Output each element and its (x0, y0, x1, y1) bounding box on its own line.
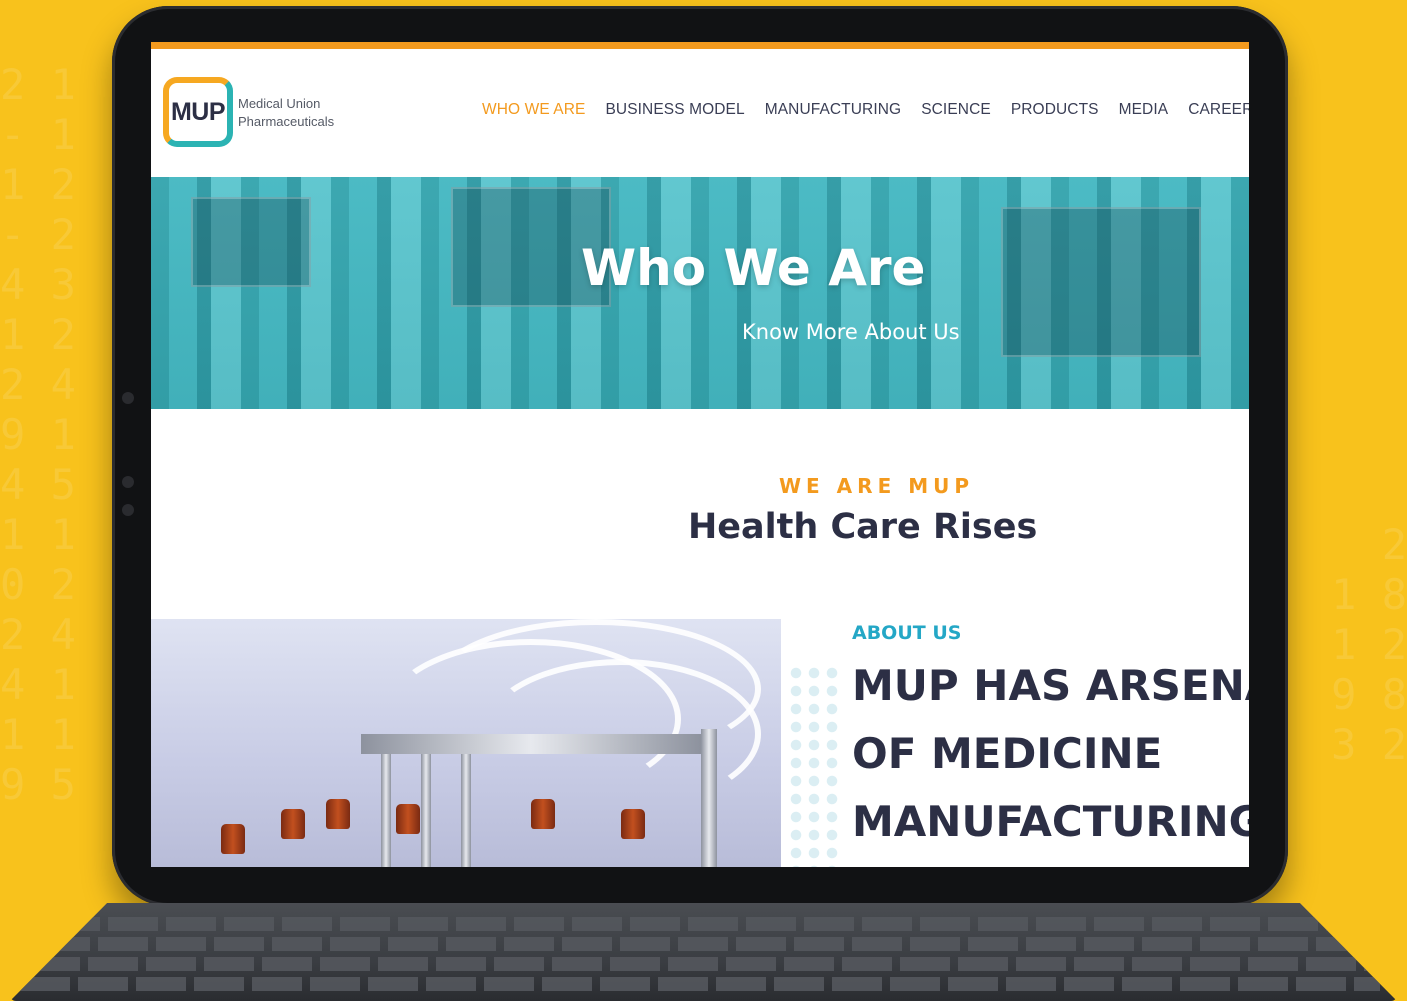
lab-rod (361, 734, 701, 754)
about-lab-image (151, 619, 781, 867)
nav-item-media[interactable]: MEDIA (1119, 101, 1169, 119)
vial (396, 804, 420, 834)
browser-screen: MUP Medical Union Pharmaceuticals WHO WE… (151, 42, 1249, 867)
about-heading-line2: OF MEDICINE (852, 729, 1163, 778)
about-heading-line1: MUP HAS ARSENA (852, 661, 1249, 710)
intro-eyebrow: WE ARE MUP (779, 474, 974, 498)
side-camera-dot (122, 392, 134, 404)
lab-rod (381, 754, 391, 867)
background-digits-left: 2 1 - 1 1 2 - 2 4 3 1 2 2 4 9 1 4 5 1 1 … (0, 60, 76, 809)
key-row (30, 957, 1370, 971)
logo-name: Medical Union Pharmaceuticals (238, 95, 334, 131)
hero-subtitle: Know More About Us (742, 320, 960, 344)
side-camera-dot (122, 476, 134, 488)
nav-item-products[interactable]: PRODUCTS (1011, 101, 1099, 119)
about-heading-line3: MANUFACTURING (852, 797, 1249, 846)
key-row (50, 917, 1350, 931)
vial (281, 809, 305, 839)
key-row (20, 977, 1380, 991)
background-digits-right: 2 1 8 1 2 9 8 3 2 (1331, 520, 1407, 769)
site-header: MUP Medical Union Pharmaceuticals WHO WE… (151, 49, 1249, 177)
vial (221, 824, 245, 854)
side-camera-dot (122, 504, 134, 516)
hero-banner: Who We Are Know More About Us (151, 177, 1249, 409)
vial (531, 799, 555, 829)
logo-name-line2: Pharmaceuticals (238, 114, 335, 129)
main-nav: WHO WE ARE BUSINESS MODEL MANUFACTURING … (482, 101, 1249, 119)
lab-rod (421, 754, 431, 867)
keyboard (10, 903, 1397, 1001)
intro-title: Health Care Rises (688, 507, 1038, 547)
vial (621, 809, 645, 839)
lab-rod (701, 729, 717, 867)
lab-rod (461, 754, 471, 867)
logo-name-line1: Medical Union (238, 96, 321, 111)
nav-item-business-model[interactable]: BUSINESS MODEL (605, 101, 744, 119)
nav-item-career[interactable]: CAREER (1188, 101, 1249, 119)
top-accent-bar (151, 42, 1249, 49)
hero-title: Who We Are (581, 239, 926, 297)
nav-item-science[interactable]: SCIENCE (921, 101, 991, 119)
nav-item-manufacturing[interactable]: MANUFACTURING (765, 101, 902, 119)
about-heading: MUP HAS ARSENA OF MEDICINE MANUFACTURING (852, 652, 1249, 856)
vial (326, 799, 350, 829)
mup-logo[interactable]: MUP (163, 77, 233, 147)
logo-mark: MUP (169, 83, 227, 141)
key-row (40, 937, 1360, 951)
about-label: ABOUT US (852, 622, 962, 644)
nav-item-who-we-are[interactable]: WHO WE ARE (482, 101, 585, 119)
decorative-dot-grid (787, 664, 843, 867)
